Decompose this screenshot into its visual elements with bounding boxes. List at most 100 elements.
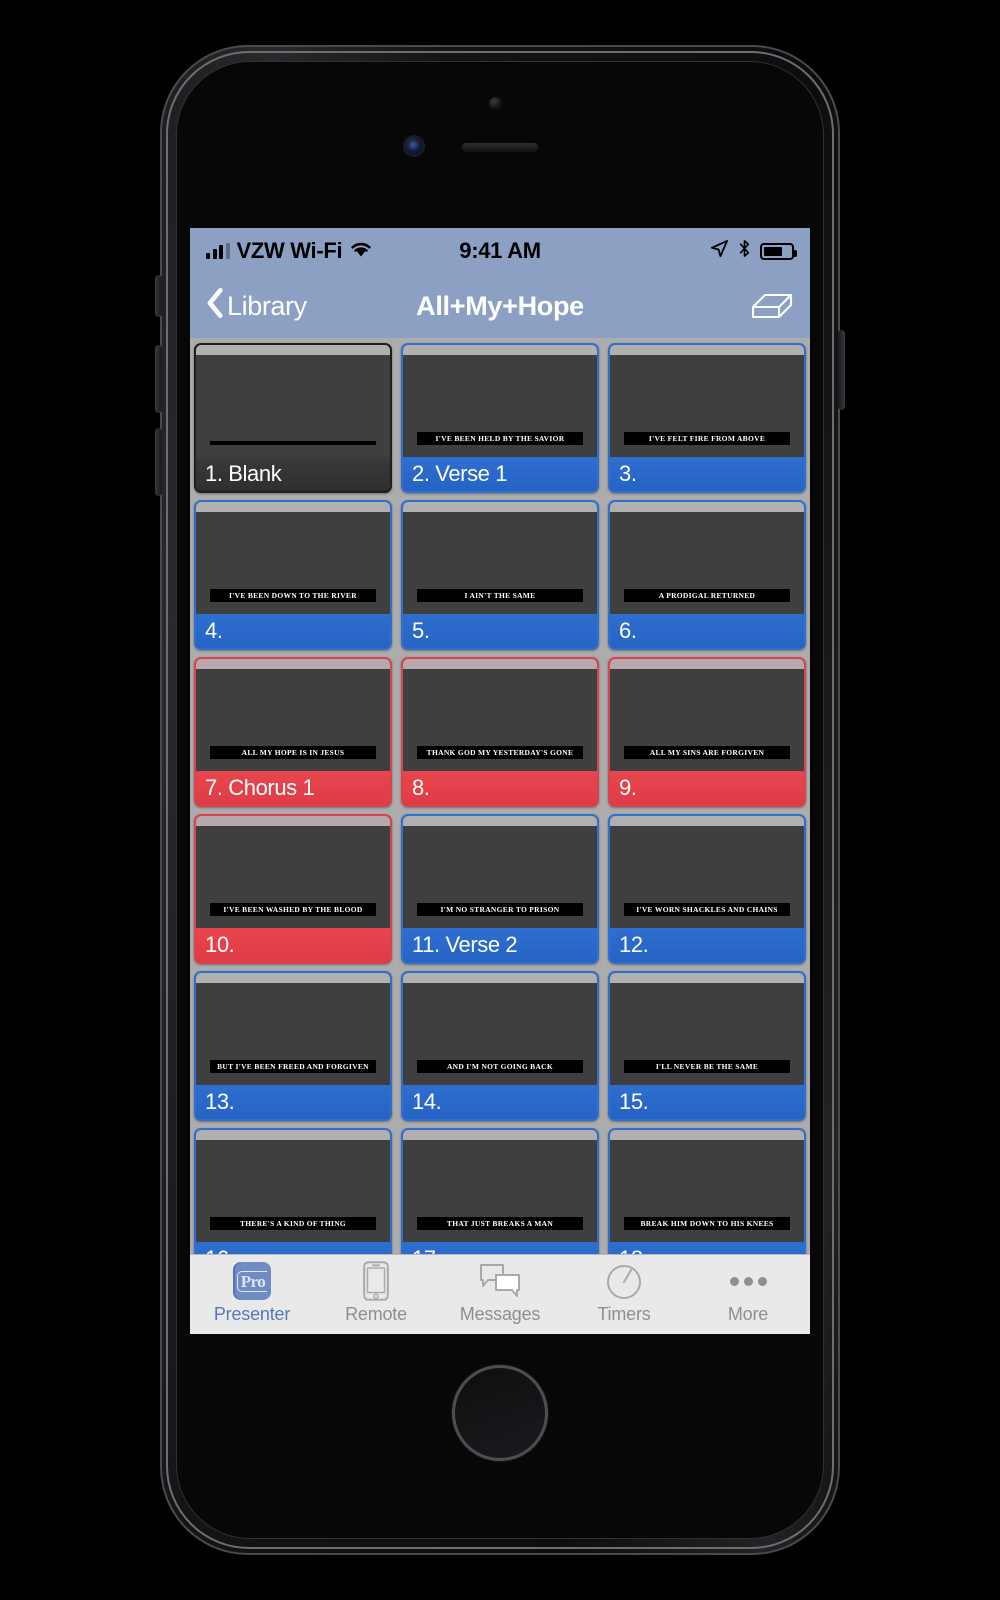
- slide-thumbnail[interactable]: I'VE FELT FIRE FROM ABOVE 3.: [608, 343, 806, 493]
- slide-lyric-line: BUT I'VE BEEN FREED AND FORGIVEN: [210, 1059, 376, 1073]
- propresenter-logo-icon: Pro: [233, 1261, 271, 1301]
- slide-canvas: BREAK HIM DOWN TO HIS KNEES: [613, 1140, 801, 1242]
- slide-top-strip: [403, 973, 597, 983]
- home-button[interactable]: [452, 1365, 548, 1461]
- slide-canvas: I AIN'T THE SAME: [406, 512, 594, 614]
- slide-label: 5.: [403, 614, 597, 648]
- slide-thumbnail[interactable]: I'LL NEVER BE THE SAME 15.: [608, 971, 806, 1121]
- slide-label: 6.: [610, 614, 804, 648]
- tab-remote[interactable]: Remote: [314, 1261, 438, 1325]
- chevron-left-icon: [206, 287, 223, 325]
- tab-label: More: [727, 1304, 769, 1324]
- slide-thumbnail[interactable]: ALL MY SINS ARE FORGIVEN 9.: [608, 657, 806, 807]
- props-button[interactable]: [750, 287, 794, 326]
- slide-canvas: I'VE WORN SHACKLES AND CHAINS: [613, 826, 801, 928]
- slide-canvas: [199, 355, 387, 457]
- tab-timers[interactable]: Timers: [562, 1261, 686, 1325]
- back-to-library-button[interactable]: Library: [206, 287, 307, 325]
- slide-row: ALL MY HOPE IS IN JESUS 7. Chorus 1 THAN…: [194, 657, 806, 807]
- slide-top-strip: [196, 502, 390, 512]
- slide-top-strip: [403, 345, 597, 355]
- slide-top-strip: [196, 816, 390, 826]
- slide-lyric-line: I'M NO STRANGER TO PRISON: [417, 902, 583, 916]
- slide-canvas: ALL MY HOPE IS IN JESUS: [199, 669, 387, 771]
- ellipsis-icon: [729, 1261, 767, 1301]
- slide-thumbnail[interactable]: 1. Blank: [194, 343, 392, 493]
- stopwatch-icon: [605, 1261, 643, 1301]
- slide-lyric-line: ALL MY HOPE IS IN JESUS: [210, 745, 376, 759]
- slide-thumbnail[interactable]: I'M NO STRANGER TO PRISON 11. Verse 2: [401, 814, 599, 964]
- slide-lyric-line: BREAK HIM DOWN TO HIS KNEES: [624, 1216, 790, 1230]
- tab-bar: Pro Presenter Remote Messages Timers Mor…: [190, 1254, 810, 1334]
- slide-thumbnail[interactable]: THANK GOD MY YESTERDAY'S GONE 8.: [401, 657, 599, 807]
- slide-thumbnail[interactable]: I AIN'T THE SAME 5.: [401, 500, 599, 650]
- status-bar: VZW Wi-Fi 9:41 AM: [190, 228, 810, 274]
- slide-label: 9.: [610, 771, 804, 805]
- carrier-label: VZW Wi-Fi: [236, 238, 343, 263]
- slide-lyric-line: A PRODIGAL RETURNED: [624, 588, 790, 602]
- slide-top-strip: [610, 345, 804, 355]
- slide-thumbnail[interactable]: I'VE WORN SHACKLES AND CHAINS 12.: [608, 814, 806, 964]
- slide-top-strip: [196, 659, 390, 669]
- slide-canvas: I'M NO STRANGER TO PRISON: [406, 826, 594, 928]
- slide-grid[interactable]: 1. Blank I'VE BEEN HELD BY THE SAVIOR 2.…: [190, 338, 810, 1278]
- cellular-signal-icon: [206, 243, 230, 259]
- slide-thumbnail[interactable]: ALL MY HOPE IS IN JESUS 7. Chorus 1: [194, 657, 392, 807]
- volume-down-button[interactable]: [155, 428, 162, 496]
- slide-label: 8.: [403, 771, 597, 805]
- slide-label: 12.: [610, 928, 804, 962]
- slide-canvas: I'VE BEEN HELD BY THE SAVIOR: [406, 355, 594, 457]
- slide-label: 11. Verse 2: [403, 928, 597, 962]
- tab-messages[interactable]: Messages: [438, 1261, 562, 1325]
- slide-canvas: THAT JUST BREAKS A MAN: [406, 1140, 594, 1242]
- slide-label: 13.: [196, 1085, 390, 1119]
- slide-lyric-line: AND I'M NOT GOING BACK: [417, 1059, 583, 1073]
- slide-top-strip: [610, 973, 804, 983]
- phone-screen: VZW Wi-Fi 9:41 AM All+My+Hope Library 1.…: [190, 228, 810, 1334]
- bluetooth-icon: [738, 238, 751, 264]
- slide-top-strip: [403, 1130, 597, 1140]
- slide-canvas: BUT I'VE BEEN FREED AND FORGIVEN: [199, 983, 387, 1085]
- slide-thumbnail[interactable]: BUT I'VE BEEN FREED AND FORGIVEN 13.: [194, 971, 392, 1121]
- slide-label: 14.: [403, 1085, 597, 1119]
- slide-thumbnail[interactable]: AND I'M NOT GOING BACK 14.: [401, 971, 599, 1121]
- prop-cube-icon: [750, 287, 794, 326]
- volume-up-button[interactable]: [155, 345, 162, 413]
- tab-more[interactable]: More: [686, 1261, 810, 1325]
- slide-thumbnail[interactable]: I'VE BEEN WASHED BY THE BLOOD 10.: [194, 814, 392, 964]
- slide-label: 2. Verse 1: [403, 457, 597, 491]
- tab-label: Timers: [597, 1304, 651, 1324]
- slide-thumbnail[interactable]: A PRODIGAL RETURNED 6.: [608, 500, 806, 650]
- slide-lyric-line: I'VE BEEN DOWN TO THE RIVER: [210, 588, 376, 602]
- slide-canvas: I'VE BEEN DOWN TO THE RIVER: [199, 512, 387, 614]
- slide-lyric-line: I'VE WORN SHACKLES AND CHAINS: [624, 902, 790, 916]
- slide-row: I'VE BEEN DOWN TO THE RIVER 4. I AIN'T T…: [194, 500, 806, 650]
- rear-camera-icon: [489, 97, 502, 110]
- silent-switch[interactable]: [155, 275, 162, 317]
- battery-icon: [760, 242, 798, 260]
- slide-lyric-line: I'VE FELT FIRE FROM ABOVE: [624, 431, 790, 445]
- clock-label: 9:41 AM: [459, 238, 541, 263]
- power-button[interactable]: [838, 330, 845, 410]
- location-arrow-icon: [710, 238, 729, 264]
- slide-canvas: AND I'M NOT GOING BACK: [406, 983, 594, 1085]
- slide-thumbnail[interactable]: I'VE BEEN DOWN TO THE RIVER 4.: [194, 500, 392, 650]
- slide-lyric-line: THAT JUST BREAKS A MAN: [417, 1216, 583, 1230]
- slide-top-strip: [196, 973, 390, 983]
- slide-lyric-line: THERE'S A KIND OF THING: [210, 1216, 376, 1230]
- slide-row: 1. Blank I'VE BEEN HELD BY THE SAVIOR 2.…: [194, 343, 806, 493]
- slide-row: I'VE BEEN WASHED BY THE BLOOD 10. I'M NO…: [194, 814, 806, 964]
- tab-label: Messages: [459, 1304, 541, 1324]
- slide-canvas: THANK GOD MY YESTERDAY'S GONE: [406, 669, 594, 771]
- earpiece-speaker: [462, 143, 538, 151]
- slide-canvas: I'LL NEVER BE THE SAME: [613, 983, 801, 1085]
- navigation-bar: All+My+Hope Library: [190, 274, 810, 338]
- tab-presenter[interactable]: Pro Presenter: [190, 1261, 314, 1325]
- slide-lyric-line: I'VE BEEN HELD BY THE SAVIOR: [417, 431, 583, 445]
- slide-canvas: I'VE BEEN WASHED BY THE BLOOD: [199, 826, 387, 928]
- slide-label: 7. Chorus 1: [196, 771, 390, 805]
- slide-top-strip: [196, 345, 390, 355]
- tab-label: Presenter: [213, 1304, 291, 1324]
- slide-thumbnail[interactable]: I'VE BEEN HELD BY THE SAVIOR 2. Verse 1: [401, 343, 599, 493]
- slide-canvas: THERE'S A KIND OF THING: [199, 1140, 387, 1242]
